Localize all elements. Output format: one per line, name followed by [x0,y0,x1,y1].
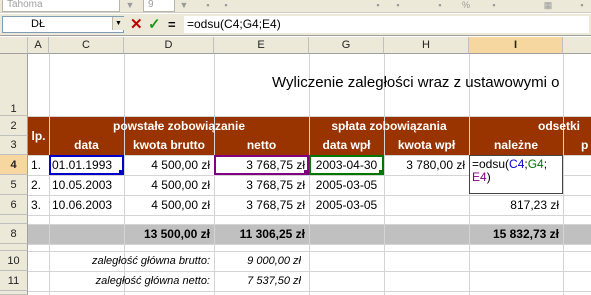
summary-net-label: zaległość główna netto: [95,275,210,287]
row-header-1[interactable]: 1 [0,54,28,116]
column-header-next[interactable] [563,37,591,54]
summary-net-value[interactable]: 7 537,50 zł [214,271,301,291]
column-headers: A C D E G H I [0,37,591,54]
header-group-created: powstałe zobowiązanie [112,119,246,133]
align-left-icon[interactable]: ▪ [370,0,386,12]
cell-gross[interactable]: 4 500,00 zł [124,155,210,175]
header-group-payment: spłata zobowiązania [331,119,447,133]
font-size-box[interactable]: 9 [143,0,175,12]
name-box[interactable]: DŁ [2,16,124,33]
row-header-11[interactable]: 11 [0,271,28,291]
header-lp: lp. [31,129,46,143]
column-header-g[interactable]: G [309,37,384,54]
header-date: data [74,138,99,152]
row-header-3[interactable]: 3 [0,136,28,155]
select-all-corner[interactable] [0,37,28,54]
cell-pay-date[interactable]: 2005-03-05 [309,195,384,215]
fill-color-icon[interactable]: ▪ [574,0,590,12]
total-net[interactable]: 11 306,25 zł [214,224,305,244]
active-cell-editor[interactable]: =odsu(C4;G4; E4) [469,155,563,194]
column-header-i[interactable]: I [469,37,563,54]
bold-icon[interactable]: ▪ [200,0,216,12]
indent-icon[interactable]: ▪ [486,0,502,12]
ref-handle-c4[interactable] [119,170,124,175]
cell-pay-amount[interactable]: 3 780,00 zł [384,155,465,175]
ref-handle-e4[interactable] [304,170,309,175]
cell-gross[interactable]: 4 500,00 zł [124,195,210,215]
cell-pay-date[interactable]: 2005-03-05 [309,175,384,195]
ref-highlight-e4 [214,155,309,175]
row-header-7[interactable] [0,215,28,224]
row-header-6[interactable]: 6 [0,195,28,215]
percent-icon[interactable]: % [458,0,474,12]
total-gross[interactable]: 13 500,00 zł [124,224,210,244]
row-header-9[interactable] [0,244,28,251]
cell-date[interactable]: 10.05.2003 [52,175,124,195]
formula-bar: DŁ ▼ ✕ ✓ = =odsu(C4;G4;E4) [0,14,591,36]
cell-net[interactable]: 3 768,75 zł [214,195,305,215]
insert-function-icon[interactable]: = [168,16,176,33]
borders-icon[interactable]: ▦ [540,0,556,12]
row-header-2[interactable]: 2 [0,116,28,136]
cancel-icon[interactable]: ✕ [130,16,143,33]
edit-ref-e4: E4 [472,170,487,184]
cell-gross[interactable]: 4 500,00 zł [124,175,210,195]
cell-net[interactable]: 3 768,75 zł [214,175,305,195]
name-box-dropdown-icon[interactable]: ▼ [112,17,124,30]
summary-gross-value[interactable]: 9 000,00 zł [214,251,301,271]
row-header-4[interactable]: 4 [0,155,28,175]
row-header-10[interactable]: 10 [0,251,28,271]
size-dropdown-icon[interactable]: ▼ [176,0,192,12]
column-header-d[interactable]: D [124,37,214,54]
header-due: należne [493,138,538,152]
cell-lp[interactable]: 2. [31,175,49,195]
font-dropdown-icon[interactable]: ▼ [122,0,138,12]
cell-due[interactable]: 817,23 zł [469,195,559,215]
edit-prefix: =odsu( [472,157,510,171]
edit-suffix: ) [486,170,491,184]
header-gross: kwota brutto [133,138,205,152]
row-header-8[interactable]: 8 [0,224,28,244]
align-center-icon[interactable]: ▪ [390,0,406,12]
header-next-cut: p [581,138,589,152]
cell-lp[interactable]: 1. [31,155,49,175]
ref-highlight-g4 [309,155,384,175]
formatting-toolbar: Tahoma ▼ 9 ▼ ▪ ▪ ▪ ▪ ▪ % ▪ ▦ ▪ [0,0,591,13]
column-header-e[interactable]: E [214,37,309,54]
edit-ref-g4: G4 [527,157,544,171]
formula-input[interactable]: =odsu(C4;G4;E4) [184,16,589,33]
column-header-h[interactable]: H [384,37,469,54]
cell-lp[interactable]: 3. [31,195,49,215]
italic-icon[interactable]: ▪ [218,0,234,12]
summary-gross-label: zaległość główna brutto: [91,255,210,267]
cell-date[interactable]: 10.06.2003 [52,195,124,215]
row-header-12[interactable] [0,291,28,295]
ref-highlight-c4 [49,155,124,175]
currency-icon[interactable]: ▪ [432,0,448,12]
header-net: netto [246,138,277,152]
header-pay-amount: kwota wpł [397,138,456,152]
column-header-a[interactable]: A [28,37,49,54]
sheet-title: Wyliczenie zaległości wraz z ustawowymi … [272,74,560,91]
enter-icon[interactable]: ✓ [148,16,161,33]
edit-ref-c4: C4 [509,157,525,171]
header-group-interest: odsetki [538,119,581,133]
column-header-c[interactable]: C [49,37,124,54]
total-due[interactable]: 15 832,73 zł [469,224,559,244]
font-name-box[interactable]: Tahoma [2,0,120,12]
edit-separator: ; [543,157,548,171]
ref-handle-g4[interactable] [379,170,384,175]
row-header-5[interactable]: 5 [0,175,28,195]
header-pay-date: data wpł [322,138,371,152]
